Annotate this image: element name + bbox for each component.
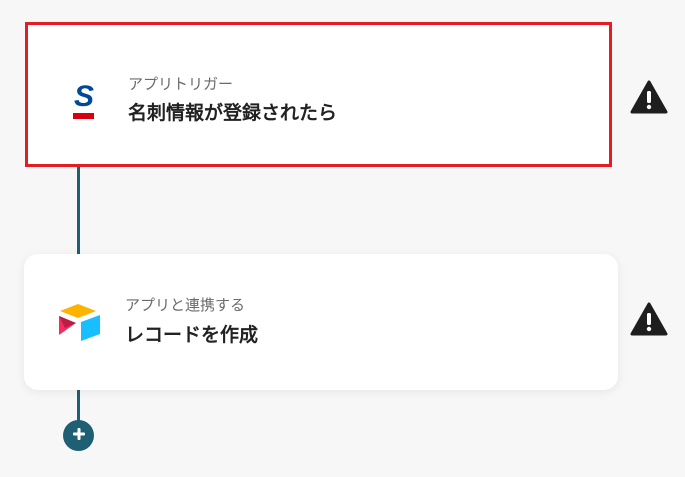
warning-icon xyxy=(630,80,668,114)
step-type-label: アプリトリガー xyxy=(128,75,234,93)
add-step-button[interactable] xyxy=(63,420,94,451)
sansan-icon: S xyxy=(68,80,100,120)
step-type-label: アプリと連携する xyxy=(125,296,246,314)
connector-line xyxy=(77,167,80,255)
plus-icon xyxy=(72,426,86,445)
step-title: レコードを作成 xyxy=(125,324,259,346)
action-step-card[interactable]: アプリと連携する レコードを作成 xyxy=(24,254,618,390)
airtable-icon xyxy=(56,302,104,342)
warning-icon xyxy=(630,302,668,336)
workflow-canvas: S アプリトリガー 名刺情報が登録されたら アプリと連携する レコードを作成 xyxy=(0,0,685,477)
svg-text:S: S xyxy=(74,80,94,113)
step-title: 名刺情報が登録されたら xyxy=(128,102,338,124)
connector-line xyxy=(77,390,80,421)
trigger-step-card[interactable]: S アプリトリガー 名刺情報が登録されたら xyxy=(25,22,612,167)
